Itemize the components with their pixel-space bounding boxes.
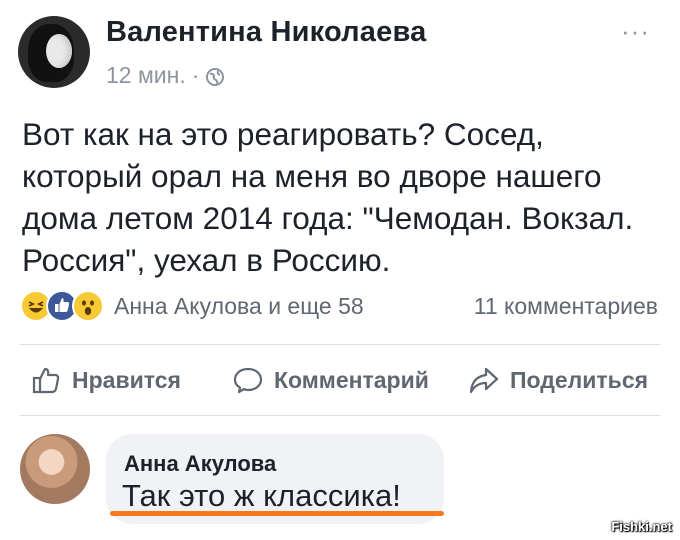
- reaction-icons[interactable]: [20, 290, 104, 322]
- share-button[interactable]: Поделиться: [468, 364, 648, 396]
- watermark: Fishki.net: [611, 519, 672, 534]
- like-button[interactable]: Нравится: [30, 364, 181, 396]
- reactions-summary[interactable]: Анна Акулова и еще 58: [114, 293, 364, 320]
- comment-button[interactable]: Комментарий: [232, 364, 429, 396]
- commenter-avatar[interactable]: [20, 434, 90, 504]
- wow-reaction-icon: [72, 290, 104, 322]
- author-name[interactable]: Валентина Николаева: [106, 16, 426, 49]
- comment-text: Так это ж классика!: [122, 478, 401, 513]
- like-label: Нравится: [72, 366, 181, 393]
- facebook-post: Валентина Николаева 12 мин. · ··· Вот ка…: [0, 0, 680, 540]
- post-text: Вот как на это реагировать? Сосед, котор…: [22, 116, 634, 278]
- more-options-icon[interactable]: ···: [621, 18, 650, 44]
- post-time[interactable]: 12 мин.: [106, 62, 186, 89]
- divider-bottom: [20, 415, 660, 416]
- post-meta: 12 мин. ·: [106, 62, 225, 89]
- share-label: Поделиться: [510, 366, 649, 393]
- author-avatar[interactable]: [18, 16, 90, 88]
- thumbs-up-icon: [32, 367, 60, 394]
- comment-bubble-icon: [233, 367, 263, 394]
- commenter-name[interactable]: Анна Акулова: [124, 451, 276, 477]
- globe-icon[interactable]: [205, 66, 225, 86]
- comment-label: Комментарий: [274, 366, 429, 393]
- comments-count[interactable]: 11 комментариев: [474, 293, 658, 320]
- share-arrow-icon: [469, 367, 499, 394]
- comment-highlight-underline: [110, 511, 444, 516]
- divider-top: [20, 344, 660, 345]
- meta-separator: ·: [191, 62, 200, 88]
